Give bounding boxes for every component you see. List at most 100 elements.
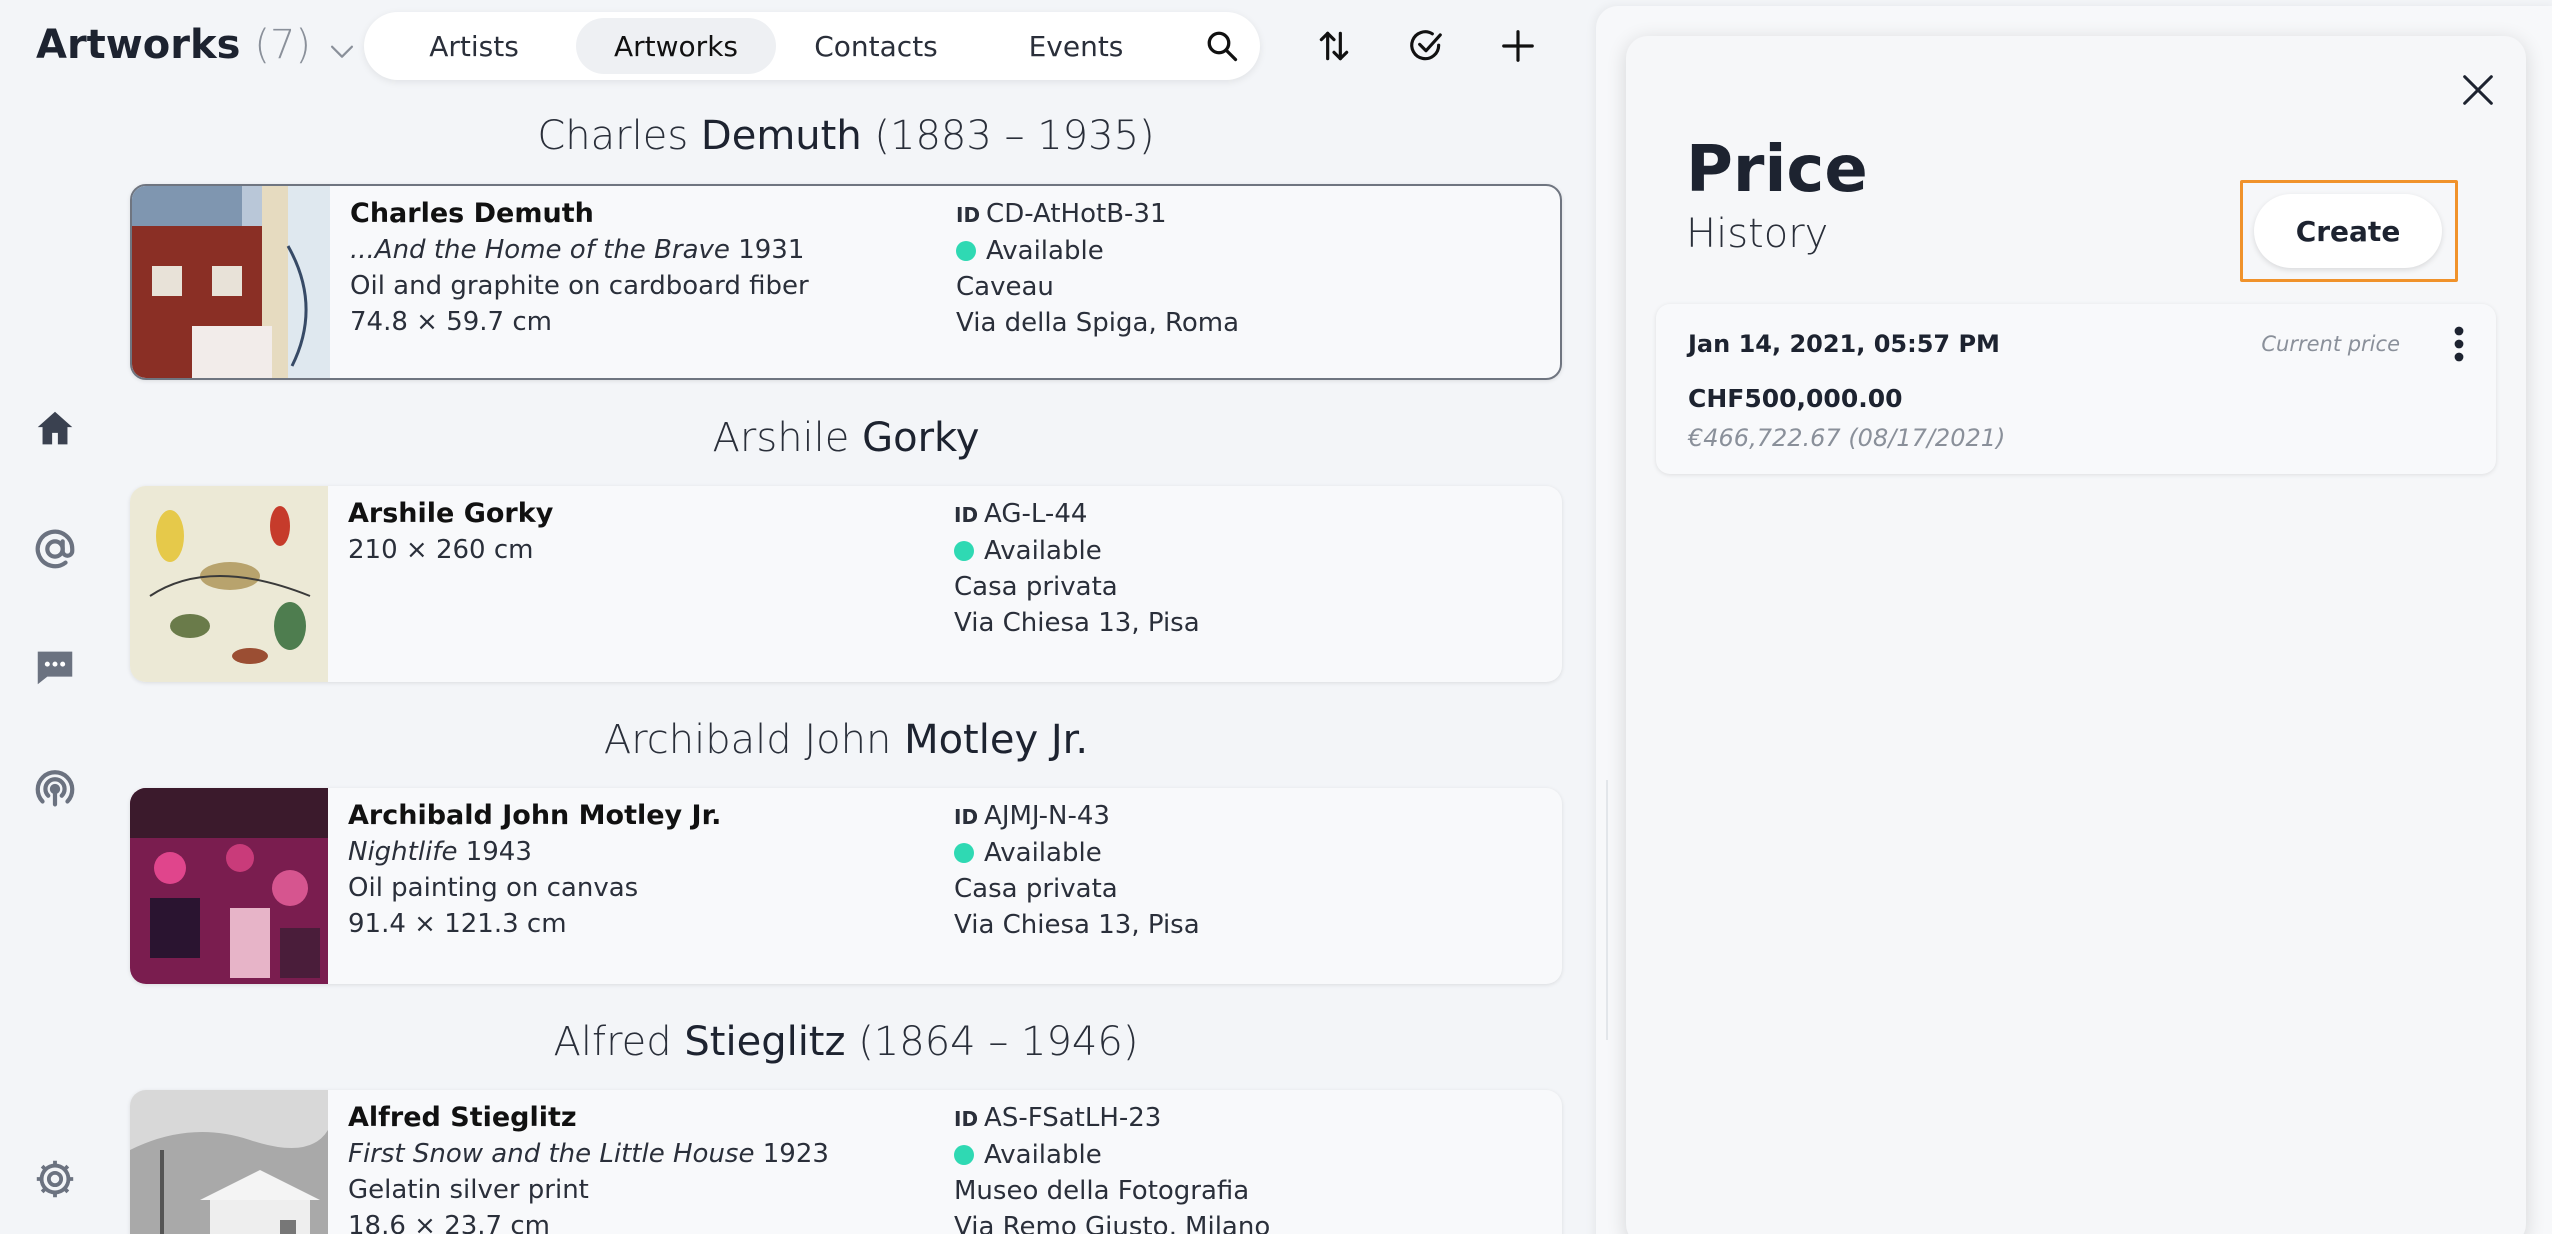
artwork-location: Casa privata xyxy=(954,572,1118,602)
artwork-address: Via Chiesa 13, Pisa xyxy=(954,608,1200,638)
artwork-title: Nightlife xyxy=(348,837,458,867)
artist-group-heading: Archibald John Motley Jr. xyxy=(130,714,1562,766)
price-converted: €466,722.67 (08/17/2021) xyxy=(1688,424,2006,452)
broadcast-icon[interactable] xyxy=(30,764,80,814)
artist-first-name: Alfred xyxy=(553,1019,672,1065)
artwork-details: Arshile Gorky 210 × 260 cm xyxy=(348,496,553,568)
sort-arrows-icon[interactable] xyxy=(1308,20,1360,72)
artwork-year: 1923 xyxy=(762,1139,829,1169)
artwork-details: Alfred Stieglitz First Snow and the Litt… xyxy=(348,1100,829,1234)
artwork-details: Charles Demuth ...And the Home of the Br… xyxy=(350,196,809,340)
plus-icon[interactable] xyxy=(1492,20,1544,72)
artwork-title: First Snow and the Little House xyxy=(348,1139,755,1169)
artwork-card[interactable]: Alfred Stieglitz First Snow and the Litt… xyxy=(130,1090,1562,1234)
id-label: ID xyxy=(954,1107,979,1131)
page-title[interactable]: Artworks (7) xyxy=(36,18,359,72)
main-nav: Artists Artworks Contacts Events xyxy=(364,12,1260,80)
status-dot xyxy=(956,241,976,261)
artwork-dimensions: 74.8 × 59.7 cm xyxy=(350,307,552,337)
current-price-tag: Current price xyxy=(2261,332,2400,356)
artist-first-name: Charles xyxy=(537,113,689,159)
artwork-artist: Archibald John Motley Jr. xyxy=(348,800,722,831)
artwork-year: 1943 xyxy=(465,837,532,867)
artwork-meta: ID AG-L-44 Available Casa privata Via Chi… xyxy=(954,496,1200,641)
artwork-meta: ID CD-AtHotB-31 Available Caveau Via dell… xyxy=(956,196,1239,341)
artwork-card[interactable]: Arshile Gorky 210 × 260 cm ID AG-L-44 Ava… xyxy=(130,486,1562,682)
artist-first-name: Arshile xyxy=(712,415,850,461)
artwork-artist: Arshile Gorky xyxy=(348,498,554,529)
artwork-dimensions: 18.6 × 23.7 cm xyxy=(348,1211,550,1234)
artwork-card[interactable]: Archibald John Motley Jr. Nightlife 1943… xyxy=(130,788,1562,984)
artist-surname: Demuth xyxy=(700,113,862,159)
artwork-meta: ID AJMJ-N-43 Available Casa privata Via C… xyxy=(954,798,1200,943)
artwork-status: Available xyxy=(986,236,1104,266)
id-label: ID xyxy=(954,805,979,829)
artwork-dimensions: 91.4 × 121.3 cm xyxy=(348,909,567,939)
more-vertical-icon[interactable] xyxy=(2444,324,2474,364)
page-title-text: Artworks xyxy=(36,22,241,68)
price-entry[interactable]: Jan 14, 2021, 05:57 PM Current price CHF… xyxy=(1656,304,2496,474)
artwork-details: Archibald John Motley Jr. Nightlife 1943… xyxy=(348,798,721,942)
artwork-medium: Oil painting on canvas xyxy=(348,873,639,903)
artwork-thumbnail xyxy=(130,788,328,984)
tab-events[interactable]: Events xyxy=(976,18,1176,74)
artist-dates: (1864 – 1946) xyxy=(858,1019,1139,1065)
check-circle-icon[interactable] xyxy=(1400,20,1452,72)
artwork-id: AJMJ-N-43 xyxy=(984,801,1110,831)
artwork-location: Museo della Fotografia xyxy=(954,1176,1250,1206)
artwork-card[interactable]: Charles Demuth ...And the Home of the Br… xyxy=(130,184,1562,380)
chevron-down-icon[interactable] xyxy=(325,28,359,62)
price-date: Jan 14, 2021, 05:57 PM xyxy=(1688,330,2000,358)
gear-icon[interactable] xyxy=(30,1154,80,1204)
artwork-dimensions: 210 × 260 cm xyxy=(348,535,534,565)
tab-artists[interactable]: Artists xyxy=(372,18,576,74)
artwork-address: Via Chiesa 13, Pisa xyxy=(954,910,1200,940)
artwork-location: Caveau xyxy=(956,272,1054,302)
artwork-artist: Alfred Stieglitz xyxy=(348,1102,577,1133)
artwork-location: Casa privata xyxy=(954,874,1118,904)
create-button[interactable]: Create xyxy=(2254,194,2442,268)
tab-contacts[interactable]: Contacts xyxy=(776,18,976,74)
price-amount: CHF500,000.00 xyxy=(1688,384,1903,413)
artist-group-heading: Alfred Stieglitz (1864 – 1946) xyxy=(130,1016,1562,1068)
close-icon[interactable] xyxy=(2454,66,2502,114)
panel-title: Price xyxy=(1686,133,1868,207)
price-history-panel: Price History Create Jan 14, 2021, 05:57… xyxy=(1626,36,2526,1234)
at-sign-icon[interactable] xyxy=(30,524,80,574)
artist-surname: Stieglitz xyxy=(684,1019,846,1065)
chat-icon[interactable] xyxy=(30,642,80,692)
artist-surname: Gorky xyxy=(862,415,980,461)
artwork-artist: Charles Demuth xyxy=(350,198,594,229)
artwork-thumbnail xyxy=(130,1090,328,1234)
artist-group-heading: Charles Demuth (1883 – 1935) xyxy=(130,110,1562,162)
artwork-status: Available xyxy=(984,1140,1102,1170)
status-dot xyxy=(954,843,974,863)
artwork-meta: ID AS-FSatLH-23 Available Museo della Fot… xyxy=(954,1100,1270,1234)
panel-subtitle: History xyxy=(1686,211,1829,257)
tab-artworks[interactable]: Artworks xyxy=(576,18,776,74)
artwork-thumbnail xyxy=(130,486,328,682)
status-dot xyxy=(954,541,974,561)
id-label: ID xyxy=(956,203,981,227)
home-icon[interactable] xyxy=(30,404,80,454)
artwork-id: AG-L-44 xyxy=(984,499,1088,529)
artwork-address: Via della Spiga, Roma xyxy=(956,308,1240,338)
artwork-id: AS-FSatLH-23 xyxy=(984,1103,1162,1133)
artist-group-heading: Arshile Gorky xyxy=(130,412,1562,464)
artwork-year: 1931 xyxy=(738,235,805,265)
artwork-thumbnail xyxy=(132,186,330,378)
artwork-id: CD-AtHotB-31 xyxy=(986,199,1167,229)
artist-surname: Motley Jr. xyxy=(904,717,1089,763)
artwork-address: Via Remo Giusto, Milano xyxy=(954,1212,1271,1234)
artist-dates: (1883 – 1935) xyxy=(874,113,1155,159)
artwork-medium: Gelatin silver print xyxy=(348,1175,589,1205)
artwork-medium: Oil and graphite on cardboard fiber xyxy=(350,271,809,301)
artwork-count: (7) xyxy=(254,22,312,68)
artwork-status: Available xyxy=(984,536,1102,566)
search-icon[interactable] xyxy=(1192,18,1252,74)
status-dot xyxy=(954,1145,974,1165)
artwork-title: ...And the Home of the Brave xyxy=(350,235,730,265)
id-label: ID xyxy=(954,503,979,527)
artwork-status: Available xyxy=(984,838,1102,868)
artist-first-name: Archibald John xyxy=(603,717,892,763)
